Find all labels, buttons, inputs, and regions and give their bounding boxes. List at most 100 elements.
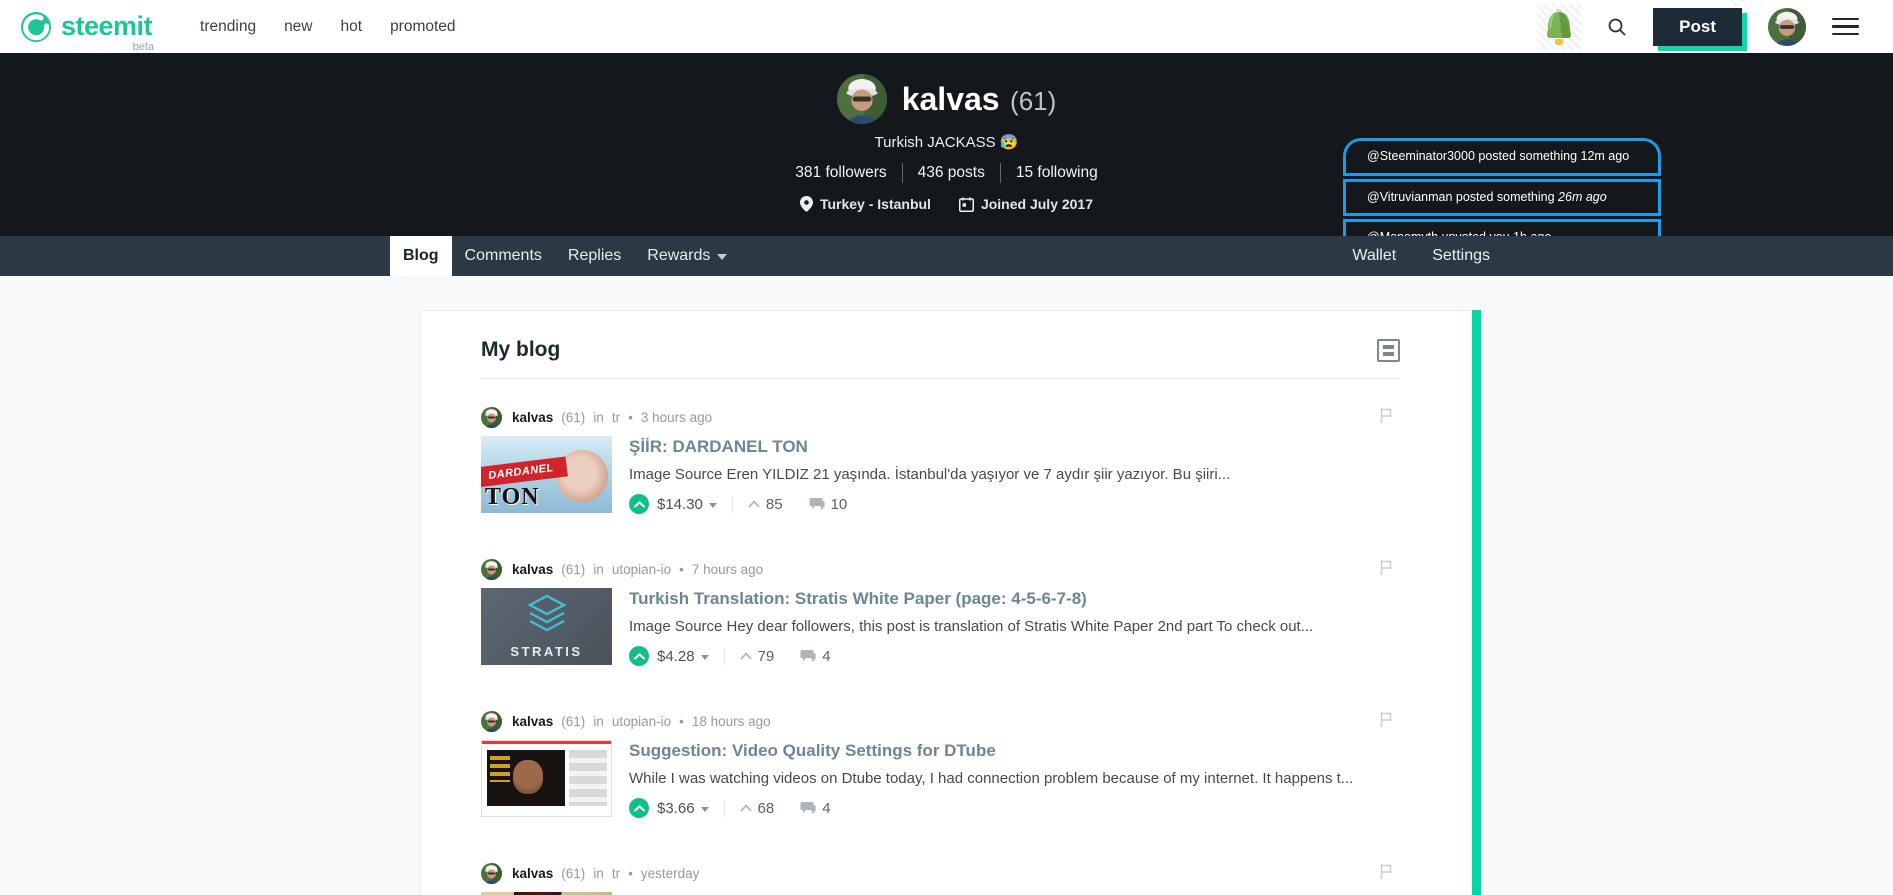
post-author-row: kalvas (61) in tr • 3 hours ago (481, 407, 1400, 428)
tab-comments[interactable]: Comments (452, 236, 555, 276)
nav-new[interactable]: new (284, 18, 312, 36)
tab-replies[interactable]: Replies (555, 236, 634, 276)
posts-count: 436 posts (917, 164, 985, 181)
tab-settings[interactable]: Settings (1432, 236, 1490, 276)
tabs-left: Blog Comments Replies Rewards (390, 236, 740, 276)
hamburger-menu-icon[interactable] (1832, 13, 1859, 41)
community-link[interactable]: tr (612, 866, 620, 881)
following-count[interactable]: 15 following (1001, 164, 1113, 182)
post-title[interactable]: Turkish Translation: Stratis White Paper… (629, 589, 1400, 609)
author-avatar[interactable] (481, 559, 502, 580)
vote-count[interactable]: 85 (748, 496, 783, 513)
upvote-button[interactable] (629, 798, 649, 818)
thumb-video-frame (487, 750, 565, 806)
upvote-button[interactable] (629, 494, 649, 514)
comment-count[interactable]: 10 (809, 495, 848, 513)
post-time[interactable]: 7 hours ago (692, 562, 763, 577)
search-icon[interactable] (1607, 17, 1627, 37)
tab-rewards-label: Rewards (647, 247, 711, 264)
comment-count[interactable]: 4 (800, 647, 831, 665)
chevron-up-icon (740, 652, 751, 660)
upvote-button[interactable] (629, 646, 649, 666)
profile-avatar (836, 74, 887, 124)
profile-header: kalvas (61) Turkish JACKASS 😰 381 follow… (0, 53, 1893, 315)
calendar-icon (958, 197, 974, 212)
blog-post: kalvas (61) in tr • 3 hours ago DARDANEL… (481, 407, 1400, 514)
bullet: • (679, 714, 684, 729)
notification-item[interactable]: @Vitruvianman posted something 26m ago (1343, 178, 1661, 216)
steemit-logo[interactable]: steemit beta (20, 11, 154, 53)
author-reputation: (61) (561, 410, 586, 425)
notification-time: 26m ago (1558, 189, 1607, 204)
author-name[interactable]: kalvas (512, 866, 553, 881)
chevron-down-icon (717, 254, 728, 260)
comment-count-value: 4 (822, 647, 831, 665)
author-name[interactable]: kalvas (512, 562, 553, 577)
post-excerpt: While I was watching videos on Dtube tod… (629, 770, 1354, 787)
layout-toggle-icon[interactable] (1377, 338, 1400, 362)
post-time[interactable]: 18 hours ago (692, 714, 771, 729)
post-text: Suggestion: Video Quality Settings for D… (629, 740, 1400, 818)
nav-promoted[interactable]: promoted (390, 18, 455, 36)
post-text: ŞİİR: DARDANEL TON Image Source Eren YIL… (629, 436, 1400, 514)
user-avatar[interactable] (1768, 7, 1806, 46)
followers-count[interactable]: 381 followers (780, 164, 901, 182)
flag-icon[interactable] (1380, 560, 1392, 578)
top-navbar: steemit beta trending new hot promoted P… (0, 0, 1893, 53)
post-title[interactable]: Suggestion: Video Quality Settings for D… (629, 741, 1400, 761)
author-avatar[interactable] (481, 407, 502, 428)
community-link[interactable]: utopian-io (612, 714, 671, 729)
post-button[interactable]: Post (1653, 7, 1742, 46)
comment-count[interactable]: 4 (800, 800, 831, 817)
post-thumbnail-dardanel-tuna-can[interactable]: DARDANEL TON (481, 436, 612, 513)
notification-item[interactable]: @Steeminator3000 posted something 12m ag… (1343, 138, 1661, 176)
post-thumbnail-stratis-logo[interactable]: STRATIS (481, 588, 612, 665)
thumb-brand-text: STRATIS (510, 644, 583, 659)
vote-count[interactable]: 79 (740, 648, 774, 665)
author-name[interactable]: kalvas (512, 410, 553, 425)
post-stats-row: $4.28 79 4 (629, 646, 1400, 666)
author-name[interactable]: kalvas (512, 714, 553, 729)
profile-username: kalvas (901, 80, 1000, 117)
community-link[interactable]: utopian-io (612, 562, 671, 577)
main-nav: trending new hot promoted (200, 18, 456, 36)
profile-stats: 381 followers 436 posts 15 following (780, 163, 1112, 183)
author-avatar[interactable] (481, 711, 502, 732)
payout-amount[interactable]: $14.30 (657, 496, 703, 513)
flag-icon[interactable] (1380, 408, 1392, 426)
author-reputation: (61) (561, 562, 586, 577)
post-time[interactable]: yesterday (641, 866, 700, 881)
post-body: Suggestion: Video Quality Settings for D… (481, 740, 1400, 818)
thumb-sidebar-lines (569, 750, 607, 806)
blog-post: kalvas (61) in utopian-io • 18 hours ago (481, 711, 1400, 818)
post-time[interactable]: 3 hours ago (641, 410, 712, 425)
payout-caret-icon (708, 502, 717, 508)
payout-amount[interactable]: $3.66 (657, 800, 695, 817)
tab-wallet[interactable]: Wallet (1352, 236, 1396, 276)
tab-rewards[interactable]: Rewards (634, 236, 740, 276)
thumb-brand-band: DARDANEL (481, 456, 568, 488)
steemit-logo-icon (21, 11, 51, 42)
post-stats-row: $3.66 68 4 (629, 798, 1400, 818)
post-title[interactable]: ŞİİR: DARDANEL TON (629, 437, 1400, 457)
flag-icon[interactable] (1380, 712, 1392, 730)
post-author-row: kalvas (61) in utopian-io • 18 hours ago (481, 711, 1400, 732)
nav-hot[interactable]: hot (341, 18, 363, 36)
main-content: My blog kalvas (61) in tr • 3 hours ago (0, 276, 1893, 895)
tab-blog[interactable]: Blog (390, 236, 452, 276)
in-label: in (593, 866, 604, 881)
post-thumbnail-dtube-screenshot[interactable] (481, 740, 612, 817)
comment-count-value: 10 (830, 495, 848, 513)
blog-post: kalvas (61) in tr • yesterday KALVAS’la … (481, 863, 1400, 895)
blog-post: kalvas (61) in utopian-io • 7 hours ago (481, 559, 1400, 666)
flag-icon[interactable] (1380, 864, 1392, 882)
comment-icon (800, 650, 816, 662)
vote-count[interactable]: 68 (740, 800, 774, 817)
community-link[interactable]: tr (612, 410, 620, 425)
author-avatar[interactable] (481, 863, 502, 884)
payout-amount[interactable]: $4.28 (657, 648, 695, 665)
notification-text: @Vitruvianman posted something (1367, 189, 1559, 204)
notification-bell-icon[interactable] (1537, 3, 1582, 50)
nav-trending[interactable]: trending (200, 18, 256, 36)
beta-badge: beta (132, 40, 155, 53)
